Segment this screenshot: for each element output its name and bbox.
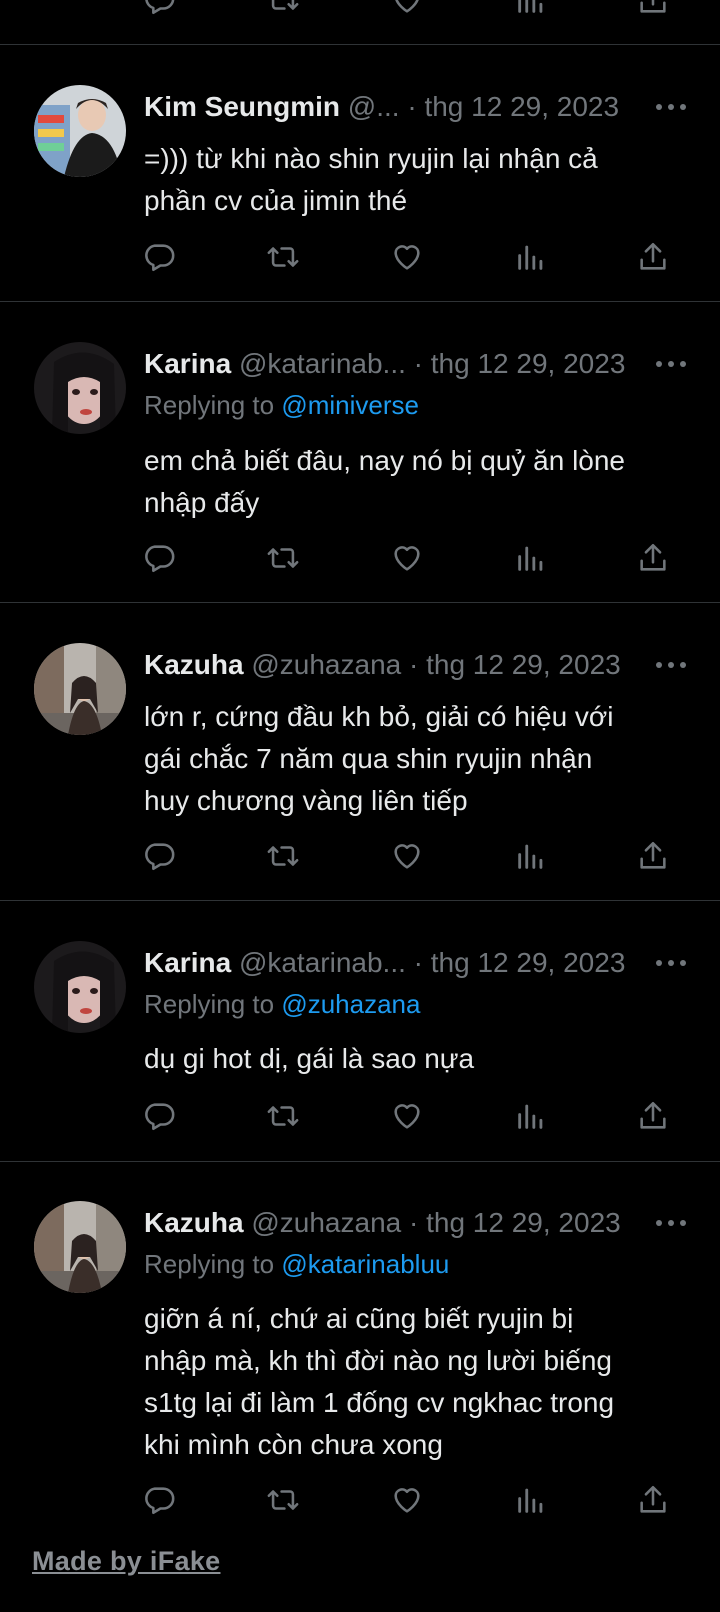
tweet-text-line: phần cv của jimin thé: [144, 185, 408, 216]
divider: [0, 900, 720, 901]
avatar[interactable]: [34, 342, 126, 434]
replying-to: Replying to @zuhazana: [144, 987, 420, 1021]
tweet-actions: [0, 836, 720, 876]
reply-icon[interactable]: [139, 1096, 179, 1136]
retweet-icon[interactable]: [263, 1096, 303, 1136]
tweet-actions: [0, 1480, 720, 1520]
retweet-icon[interactable]: [263, 538, 303, 578]
divider: [0, 301, 720, 302]
retweet-icon[interactable]: [263, 1480, 303, 1520]
tweet-actions: [0, 1096, 720, 1136]
avatar[interactable]: [34, 1201, 126, 1293]
reply-icon[interactable]: [139, 836, 179, 876]
display-name[interactable]: Karina: [144, 348, 231, 379]
tweet-text-line: em chả biết đâu, nay nó bị quỷ ăn lòne: [144, 445, 626, 476]
share-icon[interactable]: [633, 538, 673, 578]
heart-icon[interactable]: [387, 1480, 427, 1520]
heart-icon[interactable]: [387, 237, 427, 277]
tweet-actions: [0, 237, 720, 277]
tweet-text: dụ gi hot dị, gái là sao nựa: [144, 1038, 699, 1080]
handle-and-date: @zuhazana · thg 12 29, 2023: [251, 649, 621, 680]
more-dots-icon[interactable]: [656, 1218, 690, 1228]
handle-and-date: @katarinab... · thg 12 29, 2023: [238, 947, 626, 978]
divider: [0, 1161, 720, 1162]
replying-to-label: Replying to: [144, 390, 275, 420]
replying-to: Replying to @katarinabluu: [144, 1247, 449, 1281]
display-name[interactable]: Kim Seungmin: [144, 91, 340, 122]
display-name[interactable]: Karina: [144, 947, 231, 978]
share-icon[interactable]: [633, 1480, 673, 1520]
views-icon[interactable]: [511, 1096, 551, 1136]
reply-icon[interactable]: [139, 1480, 179, 1520]
display-name[interactable]: Kazuha: [144, 649, 244, 680]
share-icon[interactable]: [633, 237, 673, 277]
divider: [0, 602, 720, 603]
tweet-text-line: giỡn á ní, chứ ai cũng biết ryujin bị: [144, 1303, 574, 1334]
retweet-icon[interactable]: [263, 237, 303, 277]
tweet-text-line: lớn r, cứng đầu kh bỏ, giải có hiệu với: [144, 701, 614, 732]
replying-to-label: Replying to: [144, 989, 275, 1019]
tweet-header: Karina @katarinab... · thg 12 29, 2023: [144, 347, 674, 381]
views-icon[interactable]: [511, 0, 551, 20]
tweet-text-line: s1tg lại đi làm 1 đống cv ngkhac trong: [144, 1387, 615, 1418]
reply-icon[interactable]: [139, 0, 179, 20]
tweet-text-line: gái chắc 7 năm qua shin ryujin nhận: [144, 743, 593, 774]
tweet-header: Kim Seungmin @... · thg 12 29, 2023: [144, 90, 674, 124]
tweet-header: Karina @katarinab... · thg 12 29, 2023: [144, 946, 674, 980]
heart-icon[interactable]: [387, 538, 427, 578]
handle-and-date: @zuhazana · thg 12 29, 2023: [251, 1207, 621, 1238]
retweet-icon[interactable]: [263, 0, 303, 20]
replying-to-label: Replying to: [144, 1249, 275, 1279]
avatar[interactable]: [34, 85, 126, 177]
tweet-text-line: khi mình còn chưa xong: [144, 1429, 443, 1460]
more-dots-icon[interactable]: [656, 359, 690, 369]
views-icon[interactable]: [511, 1480, 551, 1520]
handle-and-date: @... · thg 12 29, 2023: [347, 91, 620, 122]
avatar[interactable]: [34, 941, 126, 1033]
views-icon[interactable]: [511, 237, 551, 277]
tweet-text: giỡn á ní, chứ ai cũng biết ryujin bị nh…: [144, 1298, 699, 1466]
more-dots-icon[interactable]: [656, 958, 690, 968]
display-name[interactable]: Kazuha: [144, 1207, 244, 1238]
tweet-text-line: dụ gi hot dị, gái là sao nựa: [144, 1043, 475, 1074]
reply-icon[interactable]: [139, 237, 179, 277]
share-icon[interactable]: [633, 836, 673, 876]
tweet-actions: [0, 538, 720, 578]
tweet-text-line: =))) từ khi nào shin ryujin lại nhận cả: [144, 143, 598, 174]
tweet-header: Kazuha @zuhazana · thg 12 29, 2023: [144, 648, 674, 682]
tweet-text: =))) từ khi nào shin ryujin lại nhận cả …: [144, 138, 699, 222]
share-icon[interactable]: [633, 0, 673, 20]
replying-to-handle[interactable]: @katarinabluu: [281, 1249, 449, 1279]
replying-to-handle[interactable]: @miniverse: [281, 390, 419, 420]
tweet-header: Kazuha @zuhazana · thg 12 29, 2023: [144, 1206, 674, 1240]
replying-to: Replying to @miniverse: [144, 388, 419, 422]
views-icon[interactable]: [511, 836, 551, 876]
tweet-text: lớn r, cứng đầu kh bỏ, giải có hiệu với …: [144, 696, 699, 822]
share-icon[interactable]: [633, 1096, 673, 1136]
more-dots-icon[interactable]: [656, 660, 690, 670]
replying-to-handle[interactable]: @zuhazana: [281, 989, 420, 1019]
previous-tweet-actions: [0, 0, 720, 20]
tweet-text-line: nhập mà, kh thì đời nào ng lười biếng: [144, 1345, 612, 1376]
views-icon[interactable]: [511, 538, 551, 578]
divider: [0, 44, 720, 45]
watermark: Made by iFake: [32, 1546, 221, 1576]
tweet-text-line: huy chương vàng liên tiếp: [144, 785, 468, 816]
reply-icon[interactable]: [139, 538, 179, 578]
avatar[interactable]: [34, 643, 126, 735]
handle-and-date: @katarinab... · thg 12 29, 2023: [238, 348, 626, 379]
tweet-text-line: nhập đấy: [144, 487, 260, 518]
more-dots-icon[interactable]: [656, 102, 690, 112]
heart-icon[interactable]: [387, 0, 427, 20]
heart-icon[interactable]: [387, 1096, 427, 1136]
heart-icon[interactable]: [387, 836, 427, 876]
retweet-icon[interactable]: [263, 836, 303, 876]
tweet-text: em chả biết đâu, nay nó bị quỷ ăn lòne n…: [144, 440, 699, 524]
